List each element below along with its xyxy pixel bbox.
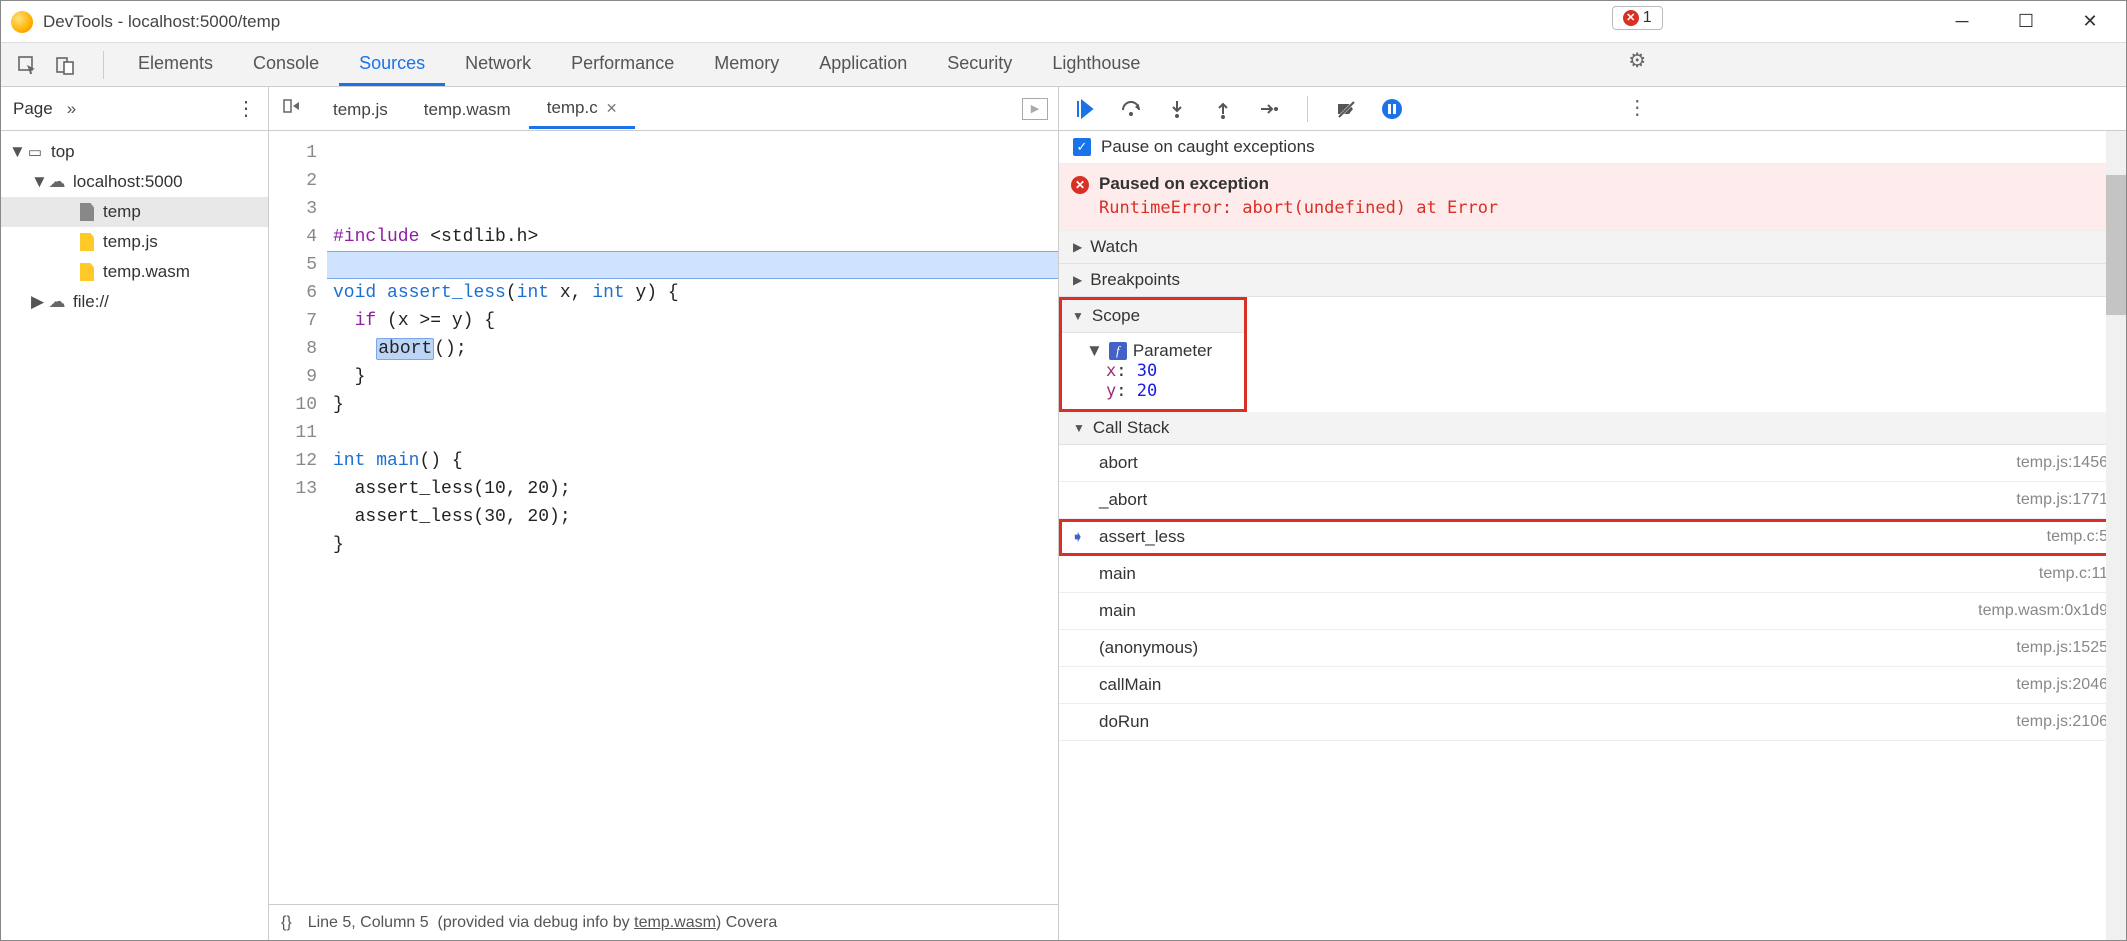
- js-file-icon: [80, 233, 94, 251]
- window-title: DevTools - localhost:5000/temp: [43, 12, 280, 32]
- error-count-badge[interactable]: ✕ 1: [1612, 6, 1663, 30]
- scope-parameter-group[interactable]: ▼ f Parameter: [1086, 341, 1230, 361]
- scope-var-y: y: 20: [1086, 381, 1230, 401]
- panel-tab-lighthouse[interactable]: Lighthouse: [1032, 43, 1160, 86]
- callstack-frame[interactable]: (anonymous)temp.js:1525: [1059, 630, 2126, 667]
- document-icon: [80, 203, 94, 221]
- debugger-toolbar: [1059, 87, 2126, 131]
- scope-highlight-box: ▼Scope ▼ f Parameter x: 30 y: 20: [1059, 297, 1247, 412]
- navigator-tab-page[interactable]: Page: [13, 99, 53, 119]
- inspect-element-icon[interactable]: [13, 51, 41, 79]
- editor-statusbar: {} Line 5, Column 5 (provided via debug …: [269, 904, 1058, 940]
- error-count: 1: [1643, 9, 1652, 27]
- watch-section-header[interactable]: ▶Watch: [1059, 231, 2126, 264]
- deactivate-breakpoints-button[interactable]: [1334, 97, 1358, 121]
- debugger-panel: ✓ Pause on caught exceptions ✕ Paused on…: [1059, 87, 2126, 940]
- parameter-badge-icon: f: [1109, 342, 1127, 360]
- editor-history-icon[interactable]: [279, 96, 305, 121]
- settings-gear-icon[interactable]: ⚙: [1622, 44, 1652, 77]
- callstack-frame[interactable]: aborttemp.js:1456: [1059, 445, 2126, 482]
- scope-var-x: x: 30: [1086, 361, 1230, 381]
- cloud-icon: [47, 292, 67, 312]
- step-over-button[interactable]: [1119, 97, 1143, 121]
- file-tree: ▼▭top ▼localhost:5000 temp temp.js temp.…: [1, 131, 268, 940]
- panel-tab-elements[interactable]: Elements: [118, 43, 233, 86]
- error-circle-icon: ✕: [1071, 176, 1089, 194]
- panel-tab-memory[interactable]: Memory: [694, 43, 799, 86]
- editor-tab-temp-wasm[interactable]: temp.wasm: [406, 88, 529, 129]
- panel-tab-security[interactable]: Security: [927, 43, 1032, 86]
- sources-navigator: Page » ⋮ ▼▭top ▼localhost:5000 temp temp…: [1, 87, 269, 940]
- pretty-print-icon[interactable]: {}: [281, 914, 292, 932]
- step-button[interactable]: [1257, 97, 1281, 121]
- callstack-section-header[interactable]: ▼Call Stack: [1059, 412, 2126, 445]
- tree-origin[interactable]: ▼localhost:5000: [1, 167, 268, 197]
- debug-info-link[interactable]: temp.wasm: [634, 914, 716, 931]
- navigator-more-tabs-icon[interactable]: »: [67, 99, 76, 119]
- editor-tab-temp-js[interactable]: temp.js: [315, 88, 406, 129]
- source-editor-panel: temp.jstemp.wasmtemp.c✕ ▶ 12345678910111…: [269, 87, 1059, 940]
- cursor-position: Line 5, Column 5 (provided via debug inf…: [308, 914, 778, 932]
- editor-tab-temp-c[interactable]: temp.c✕: [529, 88, 636, 129]
- debugger-content: ✓ Pause on caught exceptions ✕ Paused on…: [1059, 131, 2126, 940]
- callstack-frame[interactable]: maintemp.wasm:0x1d9: [1059, 593, 2126, 630]
- tree-file-temp-wasm[interactable]: temp.wasm: [1, 257, 268, 287]
- line-gutter: 12345678910111213: [269, 131, 327, 904]
- pause-exceptions-button[interactable]: [1380, 97, 1404, 121]
- panel-tab-performance[interactable]: Performance: [551, 43, 694, 86]
- devtools-toolbar: ElementsConsoleSourcesNetworkPerformance…: [1, 43, 2126, 87]
- vertical-scrollbar[interactable]: [2106, 131, 2126, 940]
- current-frame-icon: ➧: [1071, 527, 1084, 547]
- panel-tab-application[interactable]: Application: [799, 43, 927, 86]
- panel-tab-console[interactable]: Console: [233, 43, 339, 86]
- tab-close-icon[interactable]: ✕: [606, 100, 618, 117]
- breakpoints-section-header[interactable]: ▶Breakpoints: [1059, 264, 2126, 297]
- step-out-button[interactable]: [1211, 97, 1235, 121]
- checkbox-checked-icon[interactable]: ✓: [1073, 138, 1091, 156]
- callstack-frame[interactable]: ➧assert_lesstemp.c:5: [1059, 519, 2126, 556]
- wasm-file-icon: [80, 263, 94, 281]
- resume-button[interactable]: [1073, 97, 1097, 121]
- tree-top-frame[interactable]: ▼▭top: [1, 137, 268, 167]
- scope-section-header[interactable]: ▼Scope: [1062, 300, 1244, 333]
- cloud-icon: [47, 172, 67, 192]
- callstack-frame[interactable]: doRuntemp.js:2106: [1059, 704, 2126, 741]
- panel-tab-sources[interactable]: Sources: [339, 43, 445, 86]
- code-area[interactable]: #include <stdlib.h> void assert_less(int…: [327, 131, 1058, 904]
- error-dot-icon: ✕: [1623, 10, 1639, 26]
- step-into-button[interactable]: [1165, 97, 1189, 121]
- tree-file-temp-js[interactable]: temp.js: [1, 227, 268, 257]
- paused-banner: ✕ Paused on exception RuntimeError: abor…: [1059, 164, 2126, 231]
- tree-file-temp[interactable]: temp: [1, 197, 268, 227]
- toolbar-separator: [103, 51, 104, 79]
- panel-tab-network[interactable]: Network: [445, 43, 551, 86]
- navigator-menu-icon[interactable]: ⋮: [236, 96, 256, 121]
- callstack-frame[interactable]: maintemp.c:11: [1059, 556, 2126, 593]
- devtools-app-icon: [11, 11, 33, 33]
- pause-on-caught-row[interactable]: ✓ Pause on caught exceptions: [1059, 131, 2126, 164]
- callstack-frame[interactable]: _aborttemp.js:1771: [1059, 482, 2126, 519]
- callstack-frame[interactable]: callMaintemp.js:2046: [1059, 667, 2126, 704]
- tree-file-origin[interactable]: ▶file://: [1, 287, 268, 317]
- device-toggle-icon[interactable]: [51, 51, 79, 79]
- editor-run-snippet-icon[interactable]: ▶: [1022, 98, 1048, 120]
